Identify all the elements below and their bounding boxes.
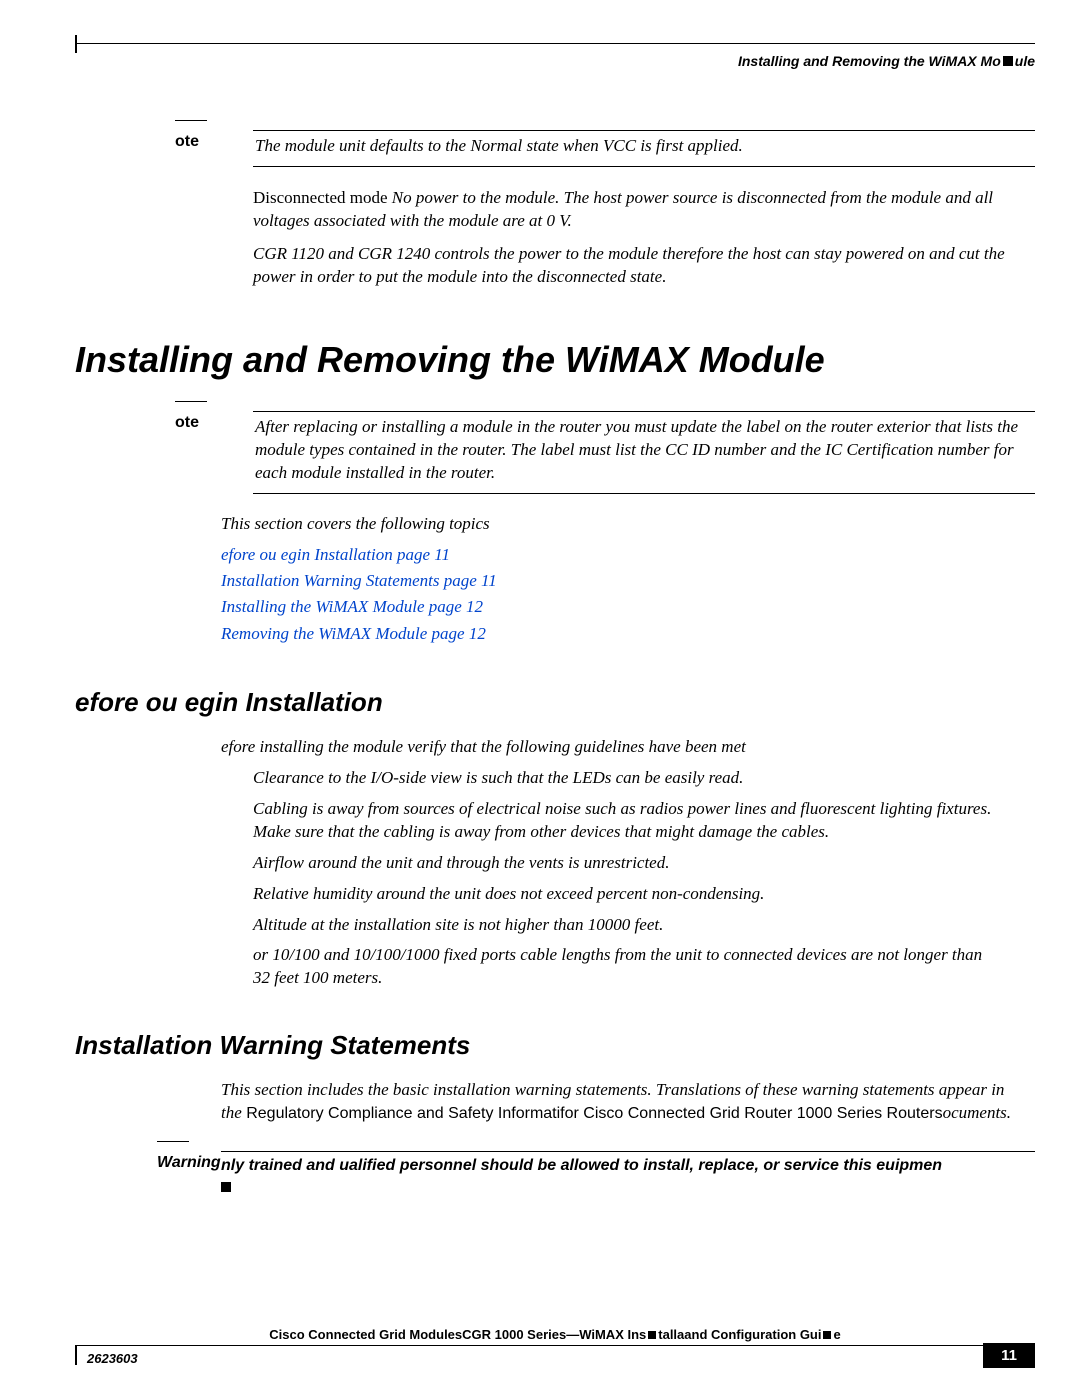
warn-post: ocuments. [943,1103,1011,1122]
note-text: The module unit defaults to the Normal s… [253,135,1035,158]
disconnected-lead: Disconnected mode [253,188,388,207]
warn-reg2: Cisco Connected Grid Router 1000 Series … [579,1105,943,1122]
note-rule [175,120,207,121]
footer-title-mid: CGR 1000 Series—WiMAX Ins [462,1327,646,1342]
warn-reg1: Regulatory Compliance and Safety Informa… [242,1105,560,1122]
guideline-item: or 10/100 and 10/100/1000 fixed ports ca… [253,944,1035,990]
note-text: After replacing or installing a module i… [253,416,1035,485]
running-header-suffix: ule [1015,53,1035,69]
footer-title: Cisco Connected Grid ModulesCGR 1000 Ser… [75,1327,1035,1342]
disconnected-mode-para: Disconnected mode No power to the module… [253,187,1035,233]
footer-title-end: e [833,1327,840,1342]
header-top-rule [75,43,1035,44]
footer-title-left: Cisco Connected Grid Modules [269,1327,462,1342]
guideline-item: Altitude at the installation site is not… [253,914,1035,937]
link-removing[interactable]: Removing the WiMAX Module page 12 [221,624,486,643]
note-block-vcc: ote The module unit defaults to the Norm… [175,130,1035,167]
warning-text: nly trained and ualified personnel shoul… [221,1155,1035,1177]
guideline-item: Airflow around the unit and through the … [253,852,1035,875]
topic-links: efore ou egin Installation page 11 Insta… [221,542,1035,647]
topics-intro: This section covers the following topics [221,514,1035,534]
note-label: ote [175,133,199,151]
note-body: The module unit defaults to the Normal s… [253,130,1035,167]
footer-square-icon [648,1331,656,1339]
header-square-icon [1003,56,1013,66]
warning-square-icon [221,1182,231,1192]
warning-label: Warning [157,1154,221,1172]
guideline-item: Clearance to the I/O-side view is such t… [253,767,1035,790]
warning-block: Warning nly trained and ualified personn… [145,1151,1035,1198]
running-header-text: Installing and Removing the WiMAX Mo [738,53,1001,69]
footer-pagenum: 11 [983,1343,1035,1368]
warning-intro-para: This section includes the basic installa… [221,1079,1035,1125]
warn-mid: for [560,1105,579,1122]
link-warning-statements[interactable]: Installation Warning Statements page 11 [221,571,497,590]
warning-rule [157,1141,189,1142]
link-before-you-begin[interactable]: efore ou egin Installation page 11 [221,545,450,564]
link-installing[interactable]: Installing the WiMAX Module page 12 [221,597,483,616]
header-left-rule [75,35,77,53]
footer-docnum: 2623603 [87,1351,138,1366]
footer-square-icon [823,1331,831,1339]
subsection-warning-statements: Installation Warning Statements [75,1030,1035,1061]
note-block-label: ote After replacing or installing a modu… [175,411,1035,494]
note-rule [175,401,207,402]
note-label: ote [175,414,199,432]
guidelines-lead: efore installing the module verify that … [221,736,1035,759]
footer-title-mid2: tallaand Configuration Gui [658,1327,821,1342]
footer-left-rule [75,1345,77,1365]
footer-rule [75,1345,1035,1346]
guideline-item: Relative humidity around the unit does n… [253,883,1035,906]
guideline-item: Cabling is away from sources of electric… [253,798,1035,844]
running-header: Installing and Removing the WiMAX Mo ule [738,53,1035,69]
warning-body: nly trained and ualified personnel shoul… [221,1151,1035,1198]
section-heading-main: Installing and Removing the WiMAX Module [75,339,1035,381]
guidelines-block: efore installing the module verify that … [221,736,1035,990]
cgr-para: CGR 1120 and CGR 1240 controls the power… [253,243,1035,289]
note-body: After replacing or installing a module i… [253,411,1035,494]
subsection-before-you-begin: efore ou egin Installation [75,687,1035,718]
